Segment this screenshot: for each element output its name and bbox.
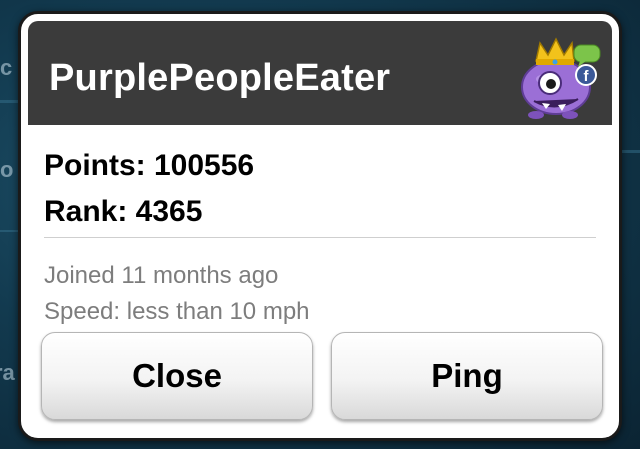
crown-icon bbox=[535, 37, 575, 65]
map-road bbox=[0, 100, 20, 103]
map-road bbox=[622, 150, 640, 153]
map-label-fragment: c bbox=[0, 55, 13, 80]
facebook-icon: f bbox=[575, 64, 597, 86]
dialog-body: Points: 100556 Rank: 4365 Joined 11 mont… bbox=[28, 125, 612, 437]
divider bbox=[44, 237, 596, 238]
user-info-dialog: PurplePeopleEater f Points: 100556 Rank:… bbox=[18, 11, 622, 441]
rank-text: Rank: 4365 bbox=[44, 195, 203, 228]
dialog-header: PurplePeopleEater f bbox=[28, 21, 612, 125]
map-label-fragment: o bbox=[0, 157, 14, 182]
chat-bubble-icon bbox=[573, 44, 601, 67]
avatar-icon: f bbox=[521, 37, 601, 119]
joined-text: Joined 11 months ago bbox=[44, 262, 279, 289]
close-button[interactable]: Close bbox=[41, 332, 313, 420]
map-label-fragment: ra bbox=[0, 360, 15, 385]
ping-button[interactable]: Ping bbox=[331, 332, 603, 420]
map-road bbox=[0, 230, 20, 232]
username-title: PurplePeopleEater bbox=[49, 57, 391, 99]
speed-text: Speed: less than 10 mph bbox=[44, 298, 310, 325]
points-text: Points: 100556 bbox=[44, 149, 255, 182]
